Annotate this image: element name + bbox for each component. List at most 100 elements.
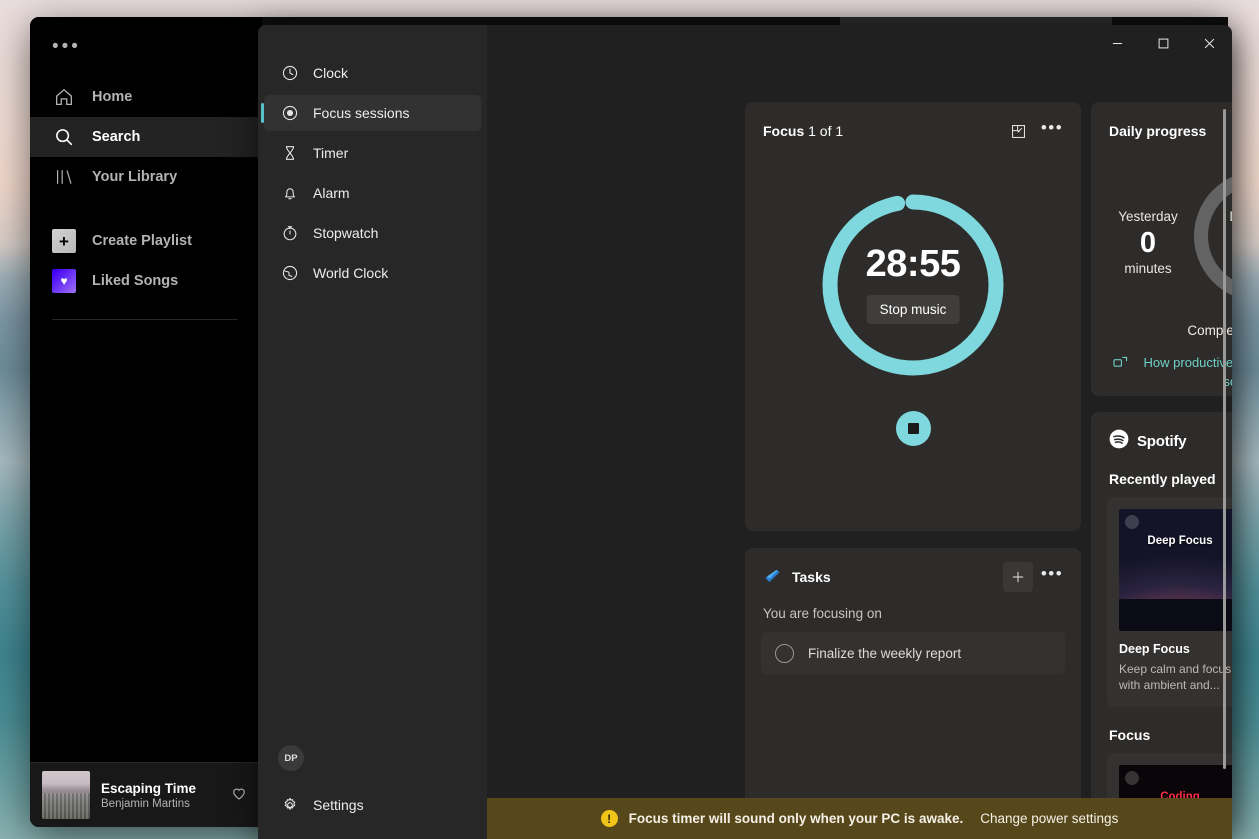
focus-title-bold: Focus (763, 123, 804, 139)
change-power-settings-link[interactable]: Change power settings (980, 811, 1118, 826)
heart-icon: ♥ (52, 269, 76, 293)
focus-section-header: Focus See all (1091, 707, 1232, 743)
stopwatch-icon (280, 224, 299, 243)
spotify-menu-dots[interactable]: ••• (30, 39, 260, 69)
daily-progress-stats: Yesterday 0 minutes Daily goal 1 hour St… (1091, 152, 1232, 317)
task-checkbox-icon[interactable] (775, 644, 794, 663)
create-playlist-label: Create Playlist (92, 233, 192, 249)
clock-content-area: Focus 1 of 1 ••• 28:55 (487, 61, 1232, 839)
playlist-description: Keep calm and focus with ambient and... (1119, 661, 1232, 693)
daily-progress-panel: Daily progress Yesterday 0 minutes (1091, 102, 1232, 396)
sidebar-item-home[interactable]: Home (30, 77, 260, 117)
heart-outline-icon[interactable] (230, 784, 248, 807)
clock-icon (280, 64, 299, 83)
productivity-survey-link[interactable]: How productive do you feel during the fo… (1113, 354, 1232, 392)
globe-icon (280, 264, 299, 283)
more-options-icon[interactable]: ••• (1037, 116, 1067, 146)
power-warning-bar: ! Focus timer will sound only when your … (487, 798, 1232, 839)
daily-goal-unit: hour (1091, 261, 1232, 276)
sidebar-item-alarm[interactable]: Alarm (264, 175, 481, 211)
completed-text: Completed: 30 minutes (1091, 323, 1232, 338)
tasks-panel-header: Tasks ••• (745, 548, 1081, 592)
now-playing-artist: Benjamin Martins (101, 798, 219, 810)
pop-out-icon[interactable] (1003, 116, 1033, 146)
spotify-nav: Home Search Your Library (30, 69, 260, 197)
sidebar-item-timer[interactable]: Timer (264, 135, 481, 171)
focus-section-title: Focus (1109, 727, 1150, 743)
hourglass-icon (280, 144, 299, 163)
now-playing-text: Escaping Time Benjamin Martins (101, 781, 219, 810)
desktop-wallpaper: ••• Home Search (0, 0, 1259, 839)
spotify-brand-label: Spotify (1137, 433, 1186, 450)
spotify-actions: + Create Playlist ♥ Liked Songs (30, 221, 260, 301)
album-art: Deep Focus (1119, 509, 1232, 631)
sidebar-item-world-clock[interactable]: World Clock (264, 255, 481, 291)
tasks-title-label: Tasks (792, 569, 831, 585)
survey-text: How productive do you feel during the fo… (1135, 354, 1232, 392)
sidebar-divider (52, 319, 238, 320)
spotify-badge-icon (1125, 515, 1139, 529)
timer-ring: 28:55 Stop music (815, 187, 1011, 383)
focus-title-rest: 1 of 1 (804, 123, 843, 139)
warning-message: Focus timer will sound only when your PC… (629, 811, 964, 826)
sidebar-item-label: Alarm (313, 185, 350, 201)
tasks-subtitle: You are focusing on (745, 592, 1081, 621)
daily-progress-title: Daily progress (1109, 123, 1206, 139)
liked-songs-label: Liked Songs (92, 273, 178, 289)
now-playing-album-art (42, 771, 90, 819)
playlist-card[interactable]: Deep Focus Deep Focus Keep calm and focu… (1107, 497, 1232, 707)
clock-sidebar: Clock Focus sessions Timer Alarm (258, 25, 487, 839)
clock-sidebar-bottom: DP Settings (258, 745, 487, 839)
tasks-panel-actions: ••• (1003, 562, 1067, 592)
create-playlist-button[interactable]: + Create Playlist (30, 221, 260, 261)
daily-goal-label: Daily goal (1091, 209, 1232, 224)
sidebar-item-search[interactable]: Search (30, 117, 260, 157)
daily-progress-header: Daily progress (1091, 102, 1232, 146)
tasks-panel-title: Tasks (763, 568, 831, 587)
recently-played-list: Deep Focus Deep Focus Keep calm and focu… (1091, 487, 1232, 707)
spotify-icon (1109, 429, 1129, 453)
sidebar-item-label: Focus sessions (313, 105, 409, 121)
sidebar-item-your-library[interactable]: Your Library (30, 157, 260, 197)
add-task-icon[interactable] (1003, 562, 1033, 592)
warning-icon: ! (601, 810, 618, 827)
home-icon (52, 85, 76, 109)
sidebar-item-focus-sessions[interactable]: Focus sessions (264, 95, 481, 131)
sidebar-item-label: Clock (313, 65, 348, 81)
focus-panel-actions: ••• (1003, 116, 1067, 146)
stop-session-button[interactable] (896, 411, 931, 446)
focus-timer: 28:55 Stop music (745, 187, 1081, 446)
avatar[interactable]: DP (278, 745, 304, 771)
sidebar-item-stopwatch[interactable]: Stopwatch (264, 215, 481, 251)
focus-icon (280, 104, 299, 123)
sidebar-item-settings[interactable]: Settings (264, 787, 481, 823)
sidebar-item-clock[interactable]: Clock (264, 55, 481, 91)
gear-icon (280, 796, 299, 815)
recently-played-title: Recently played (1091, 456, 1232, 487)
bell-icon (280, 184, 299, 203)
sidebar-item-label: World Clock (313, 265, 388, 281)
microsoft-todo-icon (763, 568, 782, 587)
stop-music-button[interactable]: Stop music (867, 295, 960, 324)
feedback-icon (1113, 354, 1128, 375)
sidebar-item-label: Timer (313, 145, 348, 161)
spotify-badge-icon (1125, 771, 1139, 785)
focus-panel-title: Focus 1 of 1 (763, 123, 843, 139)
minimize-icon[interactable] (1094, 25, 1140, 61)
task-list-item[interactable]: Finalize the weekly report (761, 632, 1065, 674)
clock-window: Clock Focus sessions Timer Alarm (258, 25, 1232, 839)
more-options-icon[interactable]: ••• (1037, 562, 1067, 592)
clock-titlebar (487, 25, 1232, 61)
maximize-icon[interactable] (1140, 25, 1186, 61)
search-icon (52, 125, 76, 149)
close-icon[interactable] (1186, 25, 1232, 61)
sidebar-item-label: Settings (313, 797, 364, 813)
scrollbar[interactable] (1223, 109, 1226, 769)
daily-goal-value: 1 (1091, 227, 1232, 260)
sidebar-item-label: Your Library (92, 169, 177, 185)
sidebar-item-label: Stopwatch (313, 225, 378, 241)
now-playing-title: Escaping Time (101, 781, 219, 796)
liked-songs-button[interactable]: ♥ Liked Songs (30, 261, 260, 301)
plus-icon: + (52, 229, 76, 253)
now-playing-bar: Escaping Time Benjamin Martins (30, 762, 260, 827)
